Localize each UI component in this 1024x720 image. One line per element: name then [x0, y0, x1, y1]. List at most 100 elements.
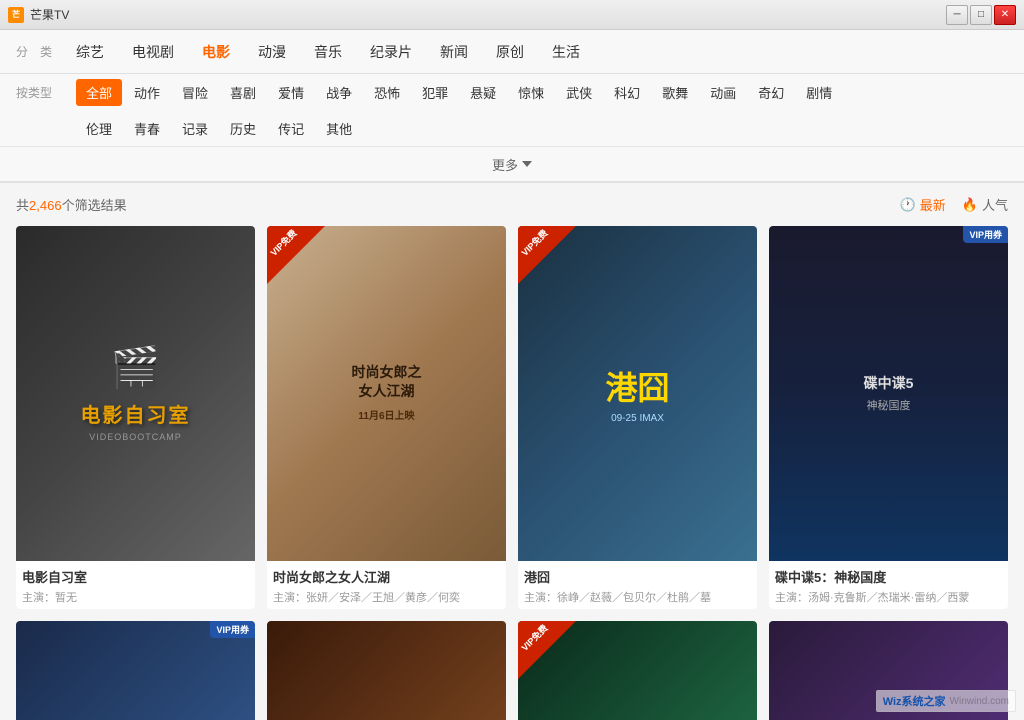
movie-title-3: 港囧 [524, 567, 751, 586]
movie-card-3[interactable]: 港囧 09-25 IMAX VIP免费 港囧 主演：徐峥／赵薇／包贝尔／杜鹃／墓 [518, 226, 757, 609]
chevron-down-icon [522, 161, 532, 167]
fire-icon: 🔥 [962, 197, 978, 213]
filter-horror[interactable]: 恐怖 [364, 79, 410, 106]
poster-main-text-2b: 女人江湖 [352, 382, 422, 402]
sort-newest[interactable]: 🕐 最新 [900, 195, 946, 214]
poster-main-text-3: 港囧 [605, 363, 669, 409]
filter-youth[interactable]: 青春 [124, 115, 170, 142]
filter-history[interactable]: 历史 [220, 115, 266, 142]
movie-card-7[interactable]: VIP免费 大圣归来 大圣归来 主演： [518, 621, 757, 720]
poster-content-7: 大圣归来 [518, 621, 757, 720]
movie-info-2: 时尚女郎之女人江湖 主演：张妍／安泽／王旭／黄彦／何奕 [267, 561, 506, 609]
sort-options: 🕐 最新 🔥 人气 [900, 195, 1008, 214]
watermark-url: Winwind.com [950, 696, 1009, 707]
movie-poster-5: VIP用券 🎭 [16, 621, 255, 720]
filter-crime[interactable]: 犯罪 [412, 79, 458, 106]
results-header: 共2,466个筛选结果 🕐 最新 🔥 人气 [16, 195, 1008, 214]
nav-item-news[interactable]: 新闻 [428, 36, 480, 68]
filter-record[interactable]: 记录 [172, 115, 218, 142]
filter-biography[interactable]: 传记 [268, 115, 314, 142]
nav-item-movie[interactable]: 电影 [190, 36, 242, 68]
close-button[interactable]: ✕ [994, 5, 1016, 25]
app-icon: 芒 [8, 7, 24, 23]
movie-info-4: 碟中谍5：神秘国度 主演：汤姆·克鲁斯／杰瑞米·雷纳／西蒙 [769, 561, 1008, 609]
filter-thriller[interactable]: 惊悚 [508, 79, 554, 106]
filter-dance[interactable]: 歌舞 [652, 79, 698, 106]
main-container: 分 类 综艺 电视剧 电影 动漫 音乐 纪录片 新闻 原创 生活 按类型 全部 … [0, 30, 1024, 720]
filter-comedy[interactable]: 喜剧 [220, 79, 266, 106]
movie-card-6[interactable]: 爸爸去哪儿 爸爸去哪儿 主演： [267, 621, 506, 720]
window-controls: ─ □ ✕ [946, 5, 1016, 25]
maximize-button[interactable]: □ [970, 5, 992, 25]
filter-fantasy[interactable]: 奇幻 [748, 79, 794, 106]
nav-item-music[interactable]: 音乐 [302, 36, 354, 68]
poster-main-text-4b: 神秘国度 [867, 397, 911, 413]
poster-content-1: 🎬 电影自习室 VIDEOBOOTCAMP [16, 226, 255, 561]
movie-poster-6: 爸爸去哪儿 [267, 621, 506, 720]
watermark-text: Wiz系统之家 [883, 693, 946, 709]
movie-poster-2: 时尚女郎之 女人江湖 11月6日上映 VIP免费 [267, 226, 506, 561]
movie-cast-1: 主演：暂无 [22, 589, 249, 605]
filter-bar: 按类型 全部 动作 冒险 喜剧 爱情 战争 恐怖 犯罪 悬疑 惊悚 武侠 科幻 … [0, 74, 1024, 147]
movie-card-1[interactable]: 🎬 电影自习室 VIDEOBOOTCAMP 电影自习室 主演：暂无 [16, 226, 255, 609]
nav-item-life[interactable]: 生活 [540, 36, 592, 68]
filter-action[interactable]: 动作 [124, 79, 170, 106]
filter-drama[interactable]: 剧情 [796, 79, 842, 106]
more-label: 更多 [492, 155, 518, 174]
filter-romance[interactable]: 爱情 [268, 79, 314, 106]
filter-wuxia[interactable]: 武侠 [556, 79, 602, 106]
poster-content-6: 爸爸去哪儿 [267, 621, 506, 720]
movie-title-1: 电影自习室 [22, 567, 249, 586]
clock-icon: 🕐 [900, 197, 916, 213]
vip-badge-3: VIP免费 [518, 226, 576, 286]
sort-popular[interactable]: 🔥 人气 [962, 195, 1008, 214]
movie-card-4[interactable]: 碟中谍5 神秘国度 VIP用券 碟中谍5：神秘国度 主演：汤姆·克鲁斯／杰瑞米·… [769, 226, 1008, 609]
nav-category-label: 分 类 [16, 43, 52, 60]
nav-item-variety[interactable]: 综艺 [64, 36, 116, 68]
filter-scifi[interactable]: 科幻 [604, 79, 650, 106]
filter-all[interactable]: 全部 [76, 79, 122, 106]
minimize-button[interactable]: ─ [946, 5, 968, 25]
watermark: Wiz系统之家 Winwind.com [876, 690, 1016, 712]
movie-cast-3: 主演：徐峥／赵薇／包贝尔／杜鹃／墓 [524, 589, 751, 605]
poster-sub-text-3: 09-25 IMAX [611, 413, 664, 424]
filter-other[interactable]: 其他 [316, 115, 362, 142]
filter-war[interactable]: 战争 [316, 79, 362, 106]
movie-grid-row-2: VIP用券 🎭 汪洋中的一条船 主演： 爸爸去哪儿 [16, 621, 1008, 720]
movie-card-5[interactable]: VIP用券 🎭 汪洋中的一条船 主演： [16, 621, 255, 720]
window-title: 芒果TV [30, 6, 69, 23]
movie-poster-7: VIP免费 大圣归来 [518, 621, 757, 720]
filter-row-type-2: 伦理 青春 记录 历史 传记 其他 [16, 110, 1008, 146]
movie-title-2: 时尚女郎之女人江湖 [273, 567, 500, 586]
movie-poster-3: 港囧 09-25 IMAX VIP免费 [518, 226, 757, 561]
poster-main-text-2a: 时尚女郎之 [352, 363, 422, 383]
movie-card-2[interactable]: 时尚女郎之 女人江湖 11月6日上映 VIP免费 时尚女郎之女人江湖 主演：张妍… [267, 226, 506, 609]
more-button[interactable]: 更多 [492, 155, 532, 174]
movie-title-4: 碟中谍5：神秘国度 [775, 567, 1002, 586]
movie-grid: 🎬 电影自习室 VIDEOBOOTCAMP 电影自习室 主演：暂无 时尚女郎之 [16, 226, 1008, 609]
results-count: 共2,466个筛选结果 [16, 195, 127, 214]
filter-row-type: 按类型 全部 动作 冒险 喜剧 爱情 战争 恐怖 犯罪 悬疑 惊悚 武侠 科幻 … [16, 74, 1008, 110]
nav-item-tv[interactable]: 电视剧 [120, 36, 186, 68]
content-area: 共2,466个筛选结果 🕐 最新 🔥 人气 🎬 [0, 183, 1024, 720]
more-section[interactable]: 更多 [0, 147, 1024, 183]
filter-adventure[interactable]: 冒险 [172, 79, 218, 106]
movie-cast-2: 主演：张妍／安泽／王旭／黄彦／何奕 [273, 589, 500, 605]
vip-badge-2: VIP免费 [267, 226, 325, 286]
title-bar: 芒 芒果TV ─ □ ✕ [0, 0, 1024, 30]
filter-ethics[interactable]: 伦理 [76, 115, 122, 142]
nav-item-anime[interactable]: 动漫 [246, 36, 298, 68]
filter-mystery[interactable]: 悬疑 [460, 79, 506, 106]
poster-content-4: 碟中谍5 神秘国度 [769, 226, 1008, 561]
movie-info-1: 电影自习室 主演：暂无 [16, 561, 255, 609]
movie-info-3: 港囧 主演：徐峥／赵薇／包贝尔／杜鹃／墓 [518, 561, 757, 609]
poster-main-text-1: 电影自习室 [81, 399, 191, 428]
movie-poster-4: 碟中谍5 神秘国度 VIP用券 [769, 226, 1008, 561]
movie-poster-1: 🎬 电影自习室 VIDEOBOOTCAMP [16, 226, 255, 561]
filter-animation[interactable]: 动画 [700, 79, 746, 106]
nav-item-documentary[interactable]: 纪录片 [358, 36, 424, 68]
filter-type-label: 按类型 [16, 84, 66, 101]
movie-cast-4: 主演：汤姆·克鲁斯／杰瑞米·雷纳／西蒙 [775, 589, 1002, 605]
nav-item-original[interactable]: 原创 [484, 36, 536, 68]
vip-badge-4: VIP用券 [963, 226, 1008, 243]
